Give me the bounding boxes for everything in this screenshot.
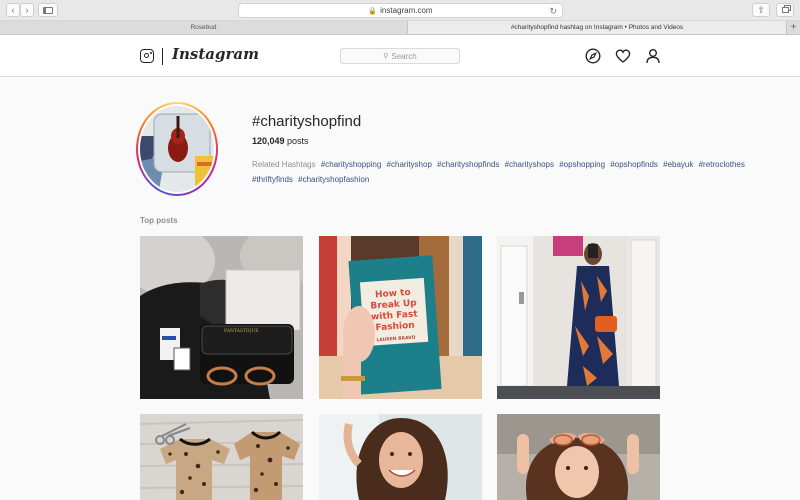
activity-heart-icon[interactable]	[615, 48, 631, 64]
post-thumbnail[interactable]: How to Break Up with Fast Fashion LAUREN…	[319, 236, 482, 399]
share-button[interactable]: ⇧	[752, 3, 770, 17]
instagram-wordmark[interactable]: Instagram	[172, 45, 259, 63]
post-image: How to Break Up with Fast Fashion LAUREN…	[319, 236, 482, 399]
post-image	[497, 236, 660, 399]
post-thumbnail[interactable]	[497, 414, 660, 500]
related-hashtag-link[interactable]: #charityshopping	[321, 160, 381, 169]
forward-button[interactable]: ›	[20, 3, 34, 17]
search-icon: ⚲	[383, 53, 389, 60]
related-hashtag-link[interactable]: #ebayuk	[663, 160, 693, 169]
explore-compass-icon[interactable]	[585, 48, 601, 64]
address-bar[interactable]: 🔒 instagram.com ↻	[238, 3, 563, 18]
reload-icon[interactable]: ↻	[549, 6, 557, 17]
post-thumbnail[interactable]	[140, 414, 303, 500]
address-bar-text: instagram.com	[380, 6, 433, 15]
svg-text:FANTASTIQUE: FANTASTIQUE	[224, 328, 259, 334]
related-hashtag-link[interactable]: #charityshopfashion	[298, 175, 369, 184]
top-posts-heading: Top posts	[140, 216, 178, 225]
tabs-icon	[781, 7, 789, 13]
post-thumbnail[interactable]: FANTASTIQUE	[140, 236, 303, 399]
hashtag-avatar[interactable]	[138, 104, 216, 194]
related-hashtag-link[interactable]: #retroclothes	[699, 160, 745, 169]
tab-instagram[interactable]: #charityshopfind hashtag on Instagram • …	[408, 21, 786, 34]
logo-divider	[162, 48, 163, 65]
related-hashtag-link[interactable]: #charityshop	[387, 160, 432, 169]
post-count-number: 120,049	[252, 136, 285, 146]
related-hashtags-label: Related Hashtags	[252, 160, 316, 169]
browser-toolbar: ‹ › 🔒 instagram.com ↻ ⇧	[0, 0, 800, 21]
related-hashtag-link[interactable]: #thriftyfinds	[252, 175, 293, 184]
related-hashtag-link[interactable]: #charityshops	[505, 160, 554, 169]
post-count-suffix: posts	[284, 136, 309, 146]
profile-user-icon[interactable]	[645, 48, 661, 64]
avatar-image	[140, 106, 214, 192]
hashtag-title: #charityshopfind	[252, 113, 362, 130]
instagram-header: Instagram ⚲ Search	[0, 35, 800, 77]
post-count: 120,049 posts	[252, 136, 309, 146]
tabs-overview-button[interactable]	[776, 3, 794, 17]
tab-rosebud[interactable]: Rosebud	[0, 21, 408, 34]
related-hashtags: Related Hashtags #charityshopping #chari…	[252, 157, 752, 187]
search-input[interactable]: ⚲ Search	[340, 48, 460, 64]
share-icon: ⇧	[757, 4, 765, 15]
new-tab-button[interactable]: +	[786, 21, 800, 34]
search-placeholder: Search	[391, 51, 417, 61]
sidebar-toggle-button[interactable]	[38, 3, 58, 17]
tab-label: #charityshopfind hashtag on Instagram • …	[510, 24, 684, 31]
instagram-camera-icon[interactable]	[140, 49, 154, 63]
back-button[interactable]: ‹	[6, 3, 20, 17]
post-image: FANTASTIQUE	[140, 236, 303, 399]
tab-label: Rosebud	[190, 24, 217, 31]
post-image	[319, 414, 482, 500]
post-image	[497, 414, 660, 500]
post-thumbnail[interactable]	[497, 236, 660, 399]
related-hashtag-link[interactable]: #charityshopfinds	[437, 160, 499, 169]
post-image	[140, 414, 303, 500]
tab-bar: Rosebud #charityshopfind hashtag on Inst…	[0, 21, 800, 35]
related-hashtag-link[interactable]: #opshopfinds	[610, 160, 658, 169]
post-thumbnail[interactable]	[319, 414, 482, 500]
related-hashtag-link[interactable]: #opshopping	[559, 160, 605, 169]
lock-icon: 🔒	[368, 7, 378, 15]
sidebar-icon	[43, 6, 53, 14]
